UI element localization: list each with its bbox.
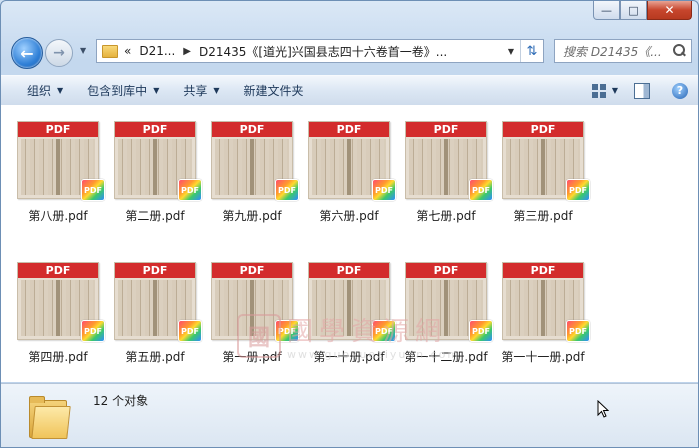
new-folder-label: 新建文件夹 (243, 84, 304, 98)
explorer-window: — □ ✕ ← → ▼ « D21... ▶ D21435《[道光]兴国县志四十… (0, 0, 699, 448)
maximize-button[interactable]: □ (620, 1, 647, 20)
pdf-thumbnail: PDF PDF (211, 121, 299, 201)
file-item[interactable]: PDF PDF 第七册.pdf (398, 121, 494, 224)
search-input[interactable]: 搜索 D21435《... (555, 43, 671, 60)
file-item[interactable]: PDF PDF 第六册.pdf (301, 121, 397, 224)
pdf-app-icon: PDF (178, 179, 202, 201)
pdf-app-icon: PDF (275, 179, 299, 201)
pdf-thumbnail: PDF PDF (308, 121, 396, 201)
pdf-banner: PDF (18, 263, 98, 278)
arrow-left-icon: ← (20, 43, 34, 63)
pdf-thumbnail: PDF PDF (405, 121, 493, 201)
pdf-banner: PDF (309, 122, 389, 137)
pdf-app-icon: PDF (469, 179, 493, 201)
pdf-thumbnail: PDF PDF (114, 121, 202, 201)
pdf-banner: PDF (212, 122, 292, 137)
pdf-app-icon: PDF (372, 179, 396, 201)
command-bar: 组织 ▼ 包含到库中 ▼ 共享 ▼ 新建文件夹 ▼ ? (1, 75, 698, 106)
caption-buttons: — □ ✕ (593, 1, 692, 20)
pdf-banner: PDF (503, 263, 583, 278)
minimize-button[interactable]: — (593, 1, 620, 20)
arrow-right-icon: → (53, 45, 65, 61)
folder-icon (102, 44, 118, 58)
address-bar[interactable]: « D21... ▶ D21435《[道光]兴国县志四十六卷首一卷》... ▼ … (96, 39, 544, 63)
close-button[interactable]: ✕ (647, 1, 692, 20)
file-name: 第八册.pdf (28, 209, 88, 223)
file-name: 第四册.pdf (28, 350, 88, 364)
file-item[interactable]: PDF PDF 第九册.pdf (204, 121, 300, 224)
chevron-right-icon[interactable]: ▶ (183, 46, 191, 57)
help-icon[interactable]: ? (672, 82, 688, 99)
pdf-banner: PDF (212, 263, 292, 278)
chevron-down-icon[interactable]: ▼ (502, 47, 520, 56)
breadcrumb-overflow[interactable]: « (124, 44, 131, 58)
pdf-thumbnail: PDF PDF (114, 262, 202, 342)
file-item[interactable]: PDF PDF 第三册.pdf (495, 121, 591, 224)
file-item[interactable]: PDF PDF 第二册.pdf (107, 121, 203, 224)
preview-pane-icon[interactable] (634, 82, 650, 99)
pdf-thumbnail: PDF PDF (502, 262, 590, 342)
item-count: 12 个对象 (93, 394, 149, 408)
pdf-thumbnail: PDF PDF (17, 121, 105, 201)
organize-label: 组织 (27, 84, 52, 98)
file-item[interactable]: PDF PDF 第一十一册.pdf (495, 262, 591, 365)
file-name: 第七册.pdf (416, 209, 476, 223)
navigation-bar: ← → ▼ « D21... ▶ D21435《[道光]兴国县志四十六卷首一卷》… (1, 31, 698, 71)
pdf-app-icon: PDF (469, 320, 493, 342)
recent-pages-dropdown[interactable]: ▼ (80, 46, 86, 55)
file-item[interactable]: PDF PDF 第五册.pdf (107, 262, 203, 365)
watermark-seal: 國 (237, 314, 281, 358)
chevron-down-icon: ▼ (57, 86, 64, 95)
new-folder-button[interactable]: 新建文件夹 (232, 76, 316, 105)
organize-button[interactable]: 组织 ▼ (1, 76, 75, 105)
details-pane: 12 个对象 (1, 383, 698, 447)
file-name: 第九册.pdf (222, 209, 282, 223)
pdf-app-icon: PDF (566, 179, 590, 201)
refresh-icon: ⇅ (526, 43, 538, 59)
file-name: 第五册.pdf (125, 350, 185, 364)
search-icon[interactable] (671, 43, 687, 59)
mouse-cursor-icon (597, 399, 610, 422)
file-name: 第六册.pdf (319, 209, 379, 223)
pdf-app-icon: PDF (81, 179, 105, 201)
pdf-banner: PDF (18, 122, 98, 137)
refresh-button[interactable]: ⇅ (520, 40, 543, 62)
share-button[interactable]: 共享 ▼ (171, 76, 231, 105)
pdf-banner: PDF (406, 263, 486, 278)
pdf-app-icon: PDF (81, 320, 105, 342)
file-name: 第三册.pdf (513, 209, 573, 223)
pdf-banner: PDF (309, 263, 389, 278)
watermark: 國 國學資源網 www.guoxueziyuan.com (237, 311, 460, 361)
view-options-icon[interactable] (591, 83, 606, 98)
pdf-app-icon: PDF (566, 320, 590, 342)
watermark-text: 國學資源網 (287, 317, 448, 347)
pdf-banner: PDF (115, 122, 195, 137)
file-name: 第一十一册.pdf (501, 350, 585, 364)
breadcrumb-segment[interactable]: D21... (139, 44, 175, 58)
forward-button[interactable]: → (45, 39, 73, 67)
file-list[interactable]: PDF PDF 第八册.pdf PDF PDF 第二册.pdf PDF PDF 第九册.pdf P… (1, 105, 698, 382)
watermark-url: www.guoxueziyuan.com (287, 348, 461, 361)
pdf-banner: PDF (503, 122, 583, 137)
pdf-thumbnail: PDF PDF (502, 121, 590, 201)
include-in-library-button[interactable]: 包含到库中 ▼ (75, 76, 171, 105)
pdf-banner: PDF (115, 263, 195, 278)
file-item[interactable]: PDF PDF 第八册.pdf (10, 121, 106, 224)
include-library-label: 包含到库中 (87, 84, 148, 98)
pdf-banner: PDF (406, 122, 486, 137)
toolbar-right: ▼ ? (591, 82, 698, 99)
share-label: 共享 (183, 84, 208, 98)
chevron-down-icon: ▼ (213, 86, 220, 95)
chevron-down-icon[interactable]: ▼ (612, 86, 618, 95)
pdf-thumbnail: PDF PDF (17, 262, 105, 342)
pdf-app-icon: PDF (178, 320, 202, 342)
folder-icon (29, 396, 71, 439)
chevron-down-icon: ▼ (153, 86, 160, 95)
file-name: 第二册.pdf (125, 209, 185, 223)
back-button[interactable]: ← (11, 37, 43, 69)
search-box[interactable]: 搜索 D21435《... (554, 39, 692, 63)
file-item[interactable]: PDF PDF 第四册.pdf (10, 262, 106, 365)
breadcrumb-segment-current[interactable]: D21435《[道光]兴国县志四十六卷首一卷》... (199, 43, 447, 60)
